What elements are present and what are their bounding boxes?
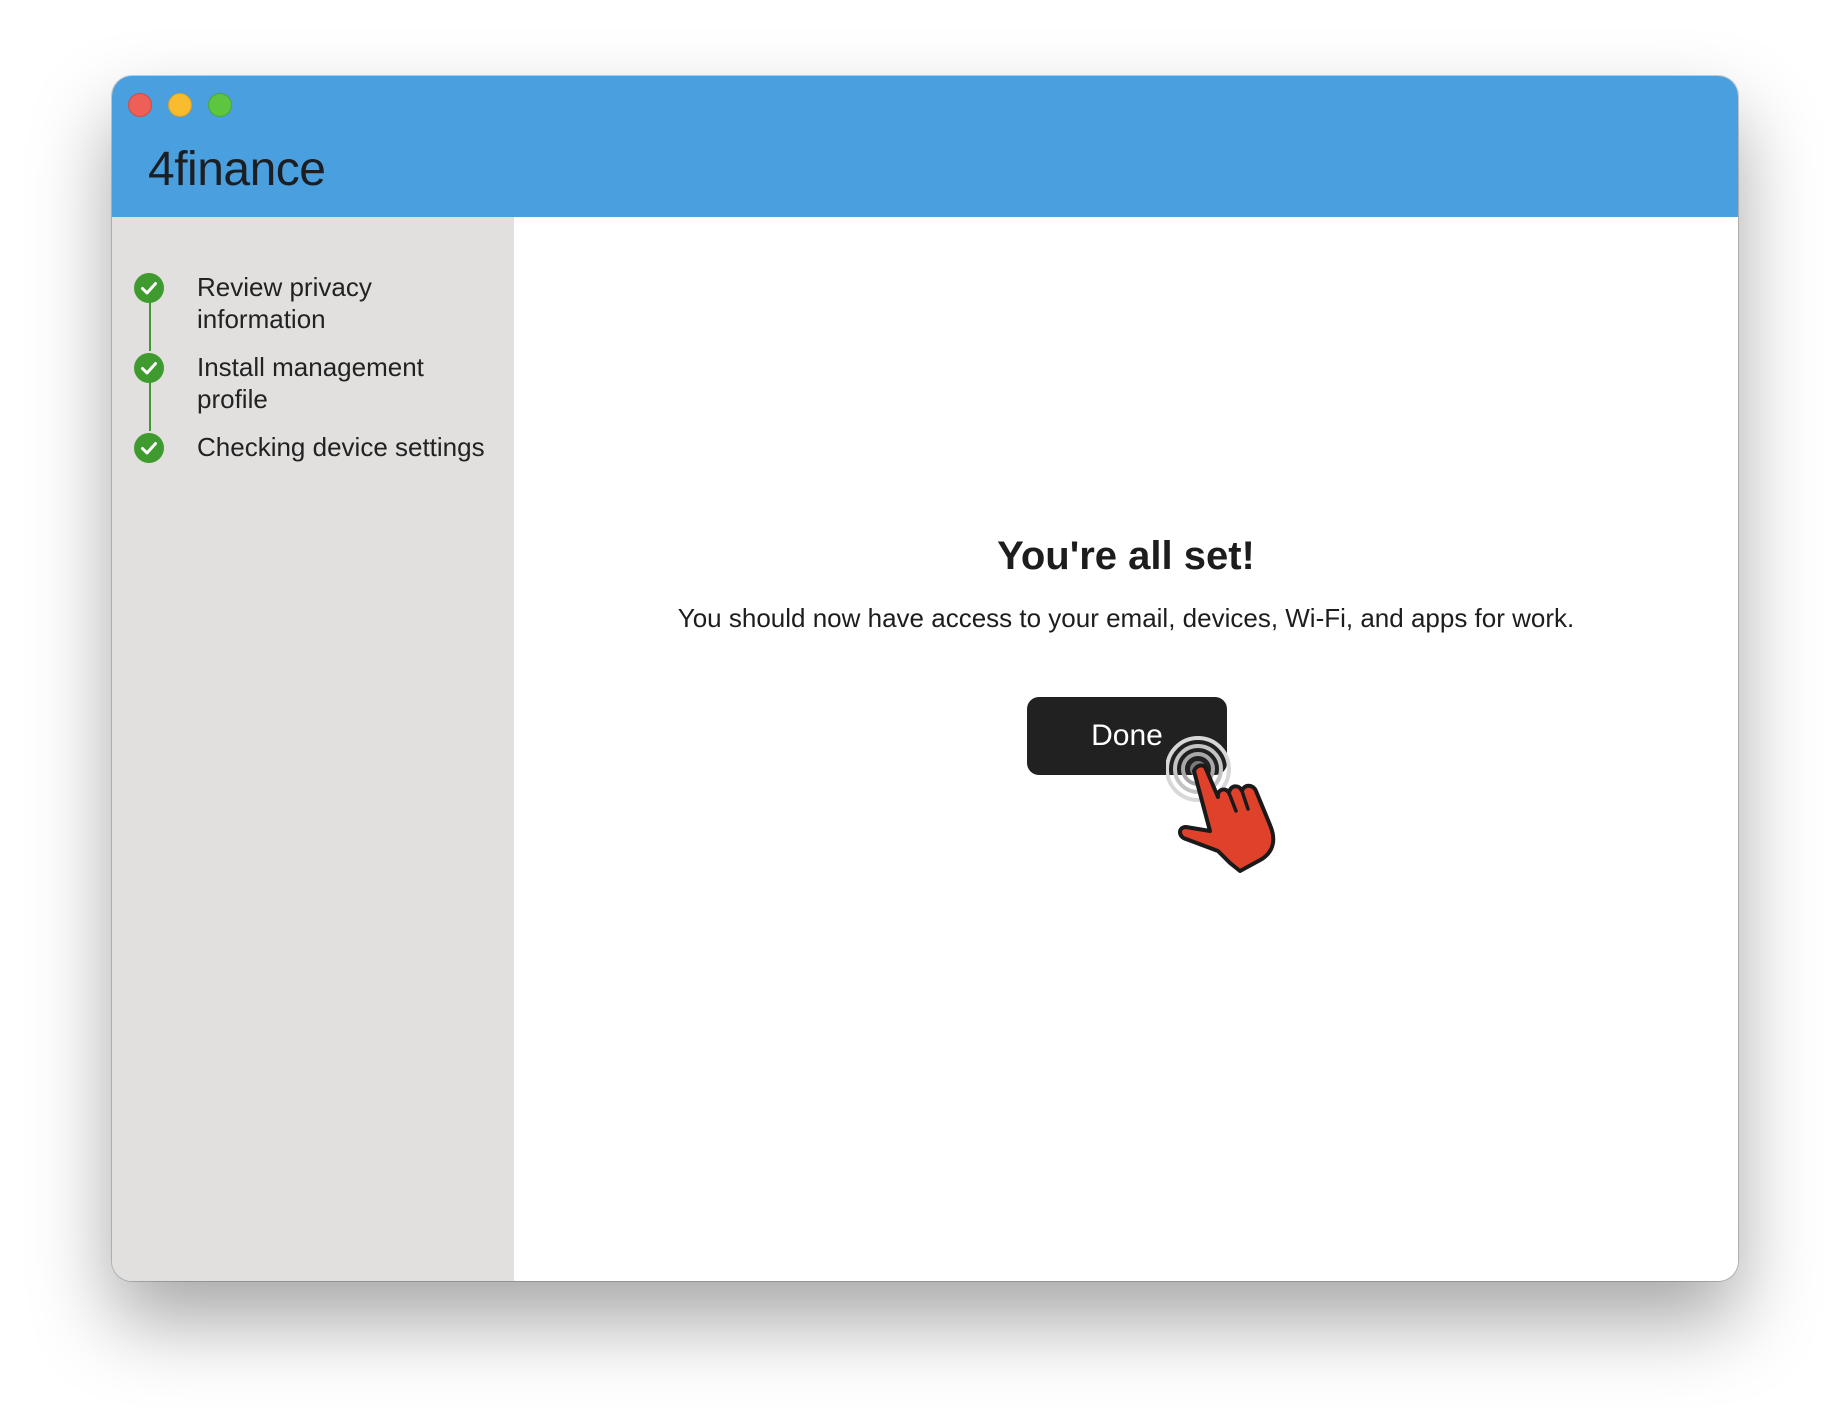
page-title: You're all set! xyxy=(997,534,1255,578)
step-connector xyxy=(149,301,151,351)
setup-steps-sidebar: Review privacy information Install manag… xyxy=(112,217,514,1281)
step-label: Review privacy information xyxy=(197,272,372,334)
app-window: 4finance Review privacy information Inst… xyxy=(112,76,1738,1281)
step-label: Install management profile xyxy=(197,352,424,414)
zoom-window-button[interactable] xyxy=(208,93,232,117)
check-circle-icon xyxy=(134,273,164,303)
main-content: You're all set! You should now have acce… xyxy=(514,217,1738,1281)
app-title: 4finance xyxy=(148,143,326,196)
step-label: Checking device settings xyxy=(197,432,485,462)
minimize-window-button[interactable] xyxy=(168,93,192,117)
completion-message: You should now have access to your email… xyxy=(677,603,1575,633)
title-bar: 4finance xyxy=(112,76,1738,217)
pointing-hand-cursor-icon xyxy=(1166,736,1276,873)
check-circle-icon xyxy=(134,353,164,383)
step-connector xyxy=(149,381,151,431)
check-circle-icon xyxy=(134,433,164,463)
close-window-button[interactable] xyxy=(128,93,152,117)
